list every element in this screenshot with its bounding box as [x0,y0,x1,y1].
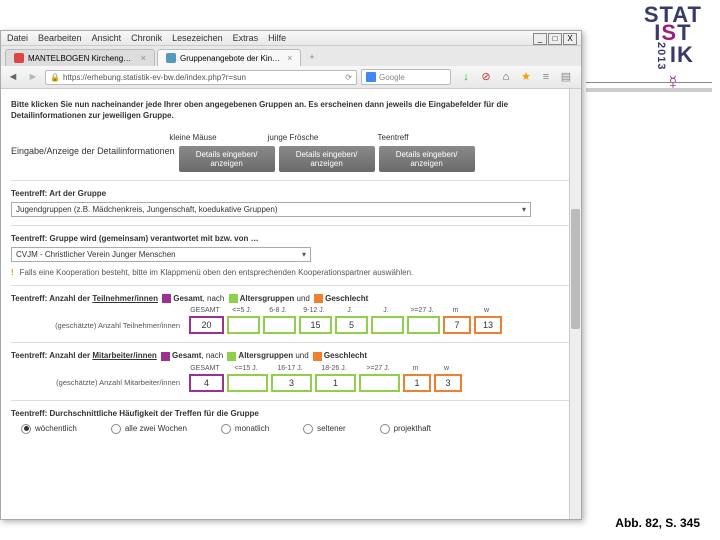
reload-icon[interactable]: ⟳ [345,73,352,82]
input-ma-gesamt[interactable]: 4 [189,374,224,392]
input-tn-a3[interactable]: 15 [299,316,332,334]
menu-hilfe[interactable]: Hilfe [268,33,286,43]
input-tn-a5[interactable] [371,316,404,334]
menu-datei[interactable]: Datei [7,33,28,43]
close-icon[interactable]: × [287,53,292,63]
select-verantwortung[interactable]: CVJM - Christlicher Verein Junger Mensch… [11,247,311,262]
forward-button[interactable]: ► [25,69,41,85]
home-icon[interactable]: ⌂ [499,70,513,84]
radio-monatlich[interactable]: monatlich [221,424,269,434]
group-col-3: Teentreff [345,129,441,146]
input-ma-w[interactable]: 3 [434,374,462,392]
input-ma-a1[interactable] [227,374,268,392]
tab-1[interactable]: MANTELBOGEN Kirchenge…× [5,49,155,66]
download-icon[interactable]: ↓ [459,70,473,84]
intro-text: Bitte klicken Sie nun nacheinander jede … [11,99,571,121]
input-ma-a2[interactable]: 3 [271,374,312,392]
tab-2[interactable]: Gruppenangebote der Kin…× [157,49,301,66]
bookmark-icon[interactable]: ★ [519,70,533,84]
nav-toolbar: ◄ ► 🔒 https://erhebung.statistik-ev-bw.d… [1,66,581,89]
radio-projekthaft[interactable]: projekthaft [380,424,431,434]
chevron-down-icon: ▾ [302,250,306,259]
group-col-1: kleine Mäuse [145,129,241,146]
menu-ansicht[interactable]: Ansicht [92,33,122,43]
input-tn-m[interactable]: 7 [443,316,471,334]
select-art[interactable]: Jugendgruppen (z.B. Mädchenkreis, Jungen… [11,202,531,217]
input-tn-a2[interactable] [263,316,296,334]
back-button[interactable]: ◄ [5,69,21,85]
input-tn-gesamt[interactable]: 20 [189,316,224,334]
list-icon[interactable]: ≡ [539,70,553,84]
menu-extras[interactable]: Extras [233,33,259,43]
window-minimize[interactable]: _ [533,33,547,45]
radio-woechentlich[interactable]: wöchentlich [21,424,77,434]
input-tn-a1[interactable] [227,316,260,334]
browser-window: _ □ X Datei Bearbeiten Ansicht Chronik L… [0,30,582,520]
details-button-2[interactable]: Details eingeben/ anzeigen [279,146,375,172]
input-ma-a3[interactable]: 1 [315,374,356,392]
input-ma-a4[interactable] [359,374,400,392]
adblock-icon[interactable]: ⊘ [479,70,493,84]
input-tn-w[interactable]: 13 [474,316,502,334]
tab-bar: MANTELBOGEN Kirchenge…× Gruppenangebote … [1,46,581,66]
section-teilnehmer: Teentreff: Anzahl der Teilnehmer/innen G… [11,294,571,303]
warning-note: !Falls eine Kooperation besteht, bitte i… [11,268,571,277]
row-mitarbeiter-label: (geschätzte) Anzahl Mitarbeiter/innen [11,378,186,387]
menu-chronik[interactable]: Chronik [131,33,162,43]
radio-seltener[interactable]: seltener [303,424,345,434]
divider [586,82,712,83]
menu-bar: Datei Bearbeiten Ansicht Chronik Lesezei… [1,31,581,46]
section-mitarbeiter: Teentreff: Anzahl der Mitarbeiter/innen … [11,351,571,360]
url-text: https://erhebung.statistik-ev-bw.de/inde… [63,73,246,82]
pdf-icon [14,53,24,63]
menu-bearbeiten[interactable]: Bearbeiten [38,33,82,43]
figure-caption: Abb. 82, S. 345 [615,516,700,530]
row-label: Eingabe/Anzeige der Detailinformationen [11,146,175,172]
group-col-2: junge Frösche [245,129,341,146]
window-close[interactable]: X [563,33,577,45]
url-bar[interactable]: 🔒 https://erhebung.statistik-ev-bw.de/in… [45,70,357,85]
chevron-down-icon: ▾ [522,205,526,214]
section-verantwortung: Teentreff: Gruppe wird (gemeinsam) veran… [11,234,571,243]
page-content: Bitte klicken Sie nun nacheinander jede … [1,89,581,519]
section-art: Teentreff: Art der Gruppe [11,189,571,198]
input-ma-m[interactable]: 1 [403,374,431,392]
new-tab-button[interactable]: + [303,49,320,66]
google-icon [366,72,376,82]
divider [586,88,712,92]
menu-lesezeichen[interactable]: Lesezeichen [172,33,223,43]
lock-icon: 🔒 [50,73,60,82]
warning-icon: ! [11,268,14,277]
details-button-1[interactable]: Details eingeben/ anzeigen [179,146,275,172]
close-icon[interactable]: × [141,53,146,63]
search-box[interactable]: Google [361,69,451,85]
input-tn-a4[interactable]: 5 [335,316,368,334]
feed-icon[interactable]: ▤ [559,70,573,84]
section-frequenz: Teentreff: Durchschnittliche Häufigkeit … [11,409,571,418]
row-teilnehmer-label: (geschätzte) Anzahl Teilnehmer/innen [11,321,186,330]
radio-zwei-wochen[interactable]: alle zwei Wochen [111,424,187,434]
window-maximize[interactable]: □ [548,33,562,45]
input-tn-a6[interactable] [407,316,440,334]
site-icon [166,53,176,63]
scrollbar[interactable] [569,89,581,519]
details-button-3[interactable]: Details eingeben/ anzeigen [379,146,475,172]
